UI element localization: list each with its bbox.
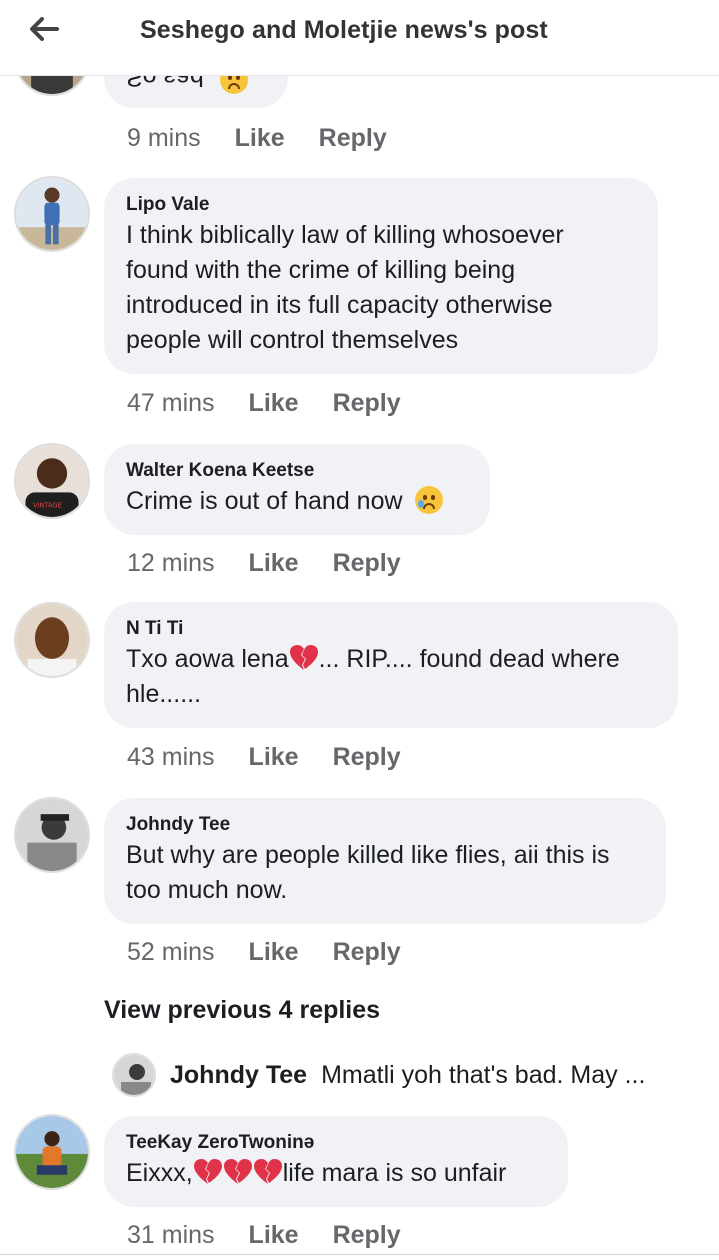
broken-heart-emoji — [223, 1159, 252, 1184]
crying-face-emoji — [415, 486, 444, 514]
comment-line: introduced in its full capacity otherwis… — [126, 291, 553, 319]
broken-heart-emoji — [253, 1159, 282, 1184]
comment-author[interactable]: N Ti Ti — [126, 616, 656, 642]
comment-meta: 9 mins Like Reply — [127, 124, 387, 153]
like-button[interactable]: Like — [249, 1221, 299, 1250]
comment-text: Crime is out of hand now — [126, 484, 468, 519]
avatar-walter-koena-keetse[interactable]: VINTAGE — [14, 443, 90, 519]
reply-button[interactable]: Reply — [333, 549, 401, 578]
page-title: Seshego and Moletjie news's post — [140, 16, 548, 44]
avatar-n-ti-ti[interactable] — [14, 602, 90, 678]
comment-line: I think biblically law of killing whosoe… — [126, 221, 564, 249]
like-button[interactable]: Like — [249, 389, 299, 418]
avatar-lipo-vale[interactable] — [14, 176, 90, 252]
comment-bubble-walter-koena-keetse: Walter Koena Keetse Crime is out of hand… — [104, 444, 490, 535]
comment-line: found with the crime of killing being — [126, 256, 516, 284]
svg-text:VINTAGE: VINTAGE — [33, 502, 62, 510]
comment-bubble-johndy-tee: Johndy Tee But why are people killed lik… — [104, 798, 666, 924]
view-previous-replies-link[interactable]: View previous 4 replies — [104, 996, 380, 1025]
like-button[interactable]: Like — [235, 124, 285, 153]
like-button[interactable]: Like — [249, 549, 299, 578]
comment-time: 12 mins — [127, 549, 215, 577]
comment-bubble-teekay-zerotwonine: TeeKay ZeroTwoninə Eixxx, life mara is so… — [104, 1116, 568, 1207]
like-button[interactable]: Like — [249, 938, 299, 967]
comment-author[interactable]: Johndy Tee — [126, 812, 644, 838]
reply-button[interactable]: Reply — [319, 124, 387, 153]
comment-time: 47 mins — [127, 389, 215, 417]
app-header: Seshego and Moletjie news's post — [0, 0, 719, 76]
comment-meta: 43 mins Like Reply — [127, 743, 401, 772]
comment-bubble-n-ti-ti: N Ti Ti Txo aowa lena... RIP.... found d… — [104, 602, 678, 728]
comments-feed: So sad 9 mins Like Reply Lipo Vale I thi… — [0, 0, 719, 1260]
reply-button[interactable]: Reply — [333, 389, 401, 418]
broken-heart-emoji — [193, 1159, 222, 1184]
comment-text: Eixxx, life mara is so unfair — [126, 1159, 507, 1187]
comment-time: 9 mins — [127, 124, 201, 152]
comment-bubble-lipo-vale: Lipo Vale I think biblically law of kill… — [104, 178, 658, 374]
comment-time: 52 mins — [127, 938, 215, 966]
comment-line: people will control themselves — [126, 326, 459, 354]
back-button[interactable] — [22, 12, 66, 46]
reply-text: Mmatli yoh that's bad. May ... — [321, 1060, 646, 1089]
avatar-johndy-tee[interactable] — [14, 797, 90, 873]
nested-reply-preview[interactable]: Johndy Tee Mmatli yoh that's bad. May ..… — [112, 1052, 645, 1098]
divider — [0, 1254, 719, 1260]
reply-button[interactable]: Reply — [333, 1221, 401, 1250]
comment-author[interactable]: TeeKay ZeroTwoninə — [126, 1130, 546, 1156]
broken-heart-emoji — [289, 645, 318, 670]
reply-button[interactable]: Reply — [333, 743, 401, 772]
comment-line: But why are people killed like flies, ai… — [126, 841, 610, 869]
avatar-teekay-zerotwonine[interactable] — [14, 1114, 90, 1190]
comment-meta: 47 mins Like Reply — [127, 389, 401, 418]
comment-author[interactable]: Walter Koena Keetse — [126, 458, 468, 484]
comment-meta: 12 mins Like Reply — [127, 549, 401, 578]
reply-button[interactable]: Reply — [333, 938, 401, 967]
comment-meta: 31 mins Like Reply — [127, 1221, 401, 1250]
comment-time: 31 mins — [127, 1221, 215, 1249]
comment-author[interactable]: Lipo Vale — [126, 192, 636, 218]
comment-line: hle...... — [126, 680, 202, 708]
comment-line: too much now. — [126, 876, 288, 904]
comment-time: 43 mins — [127, 743, 215, 771]
comment-meta: 52 mins Like Reply — [127, 938, 401, 967]
avatar-johndy-tee[interactable] — [112, 1053, 156, 1097]
arrow-left-icon — [30, 17, 59, 41]
like-button[interactable]: Like — [249, 743, 299, 772]
reply-author[interactable]: Johndy Tee — [170, 1061, 307, 1090]
comment-text: Txo aowa lena... RIP.... found dead wher… — [126, 645, 620, 673]
